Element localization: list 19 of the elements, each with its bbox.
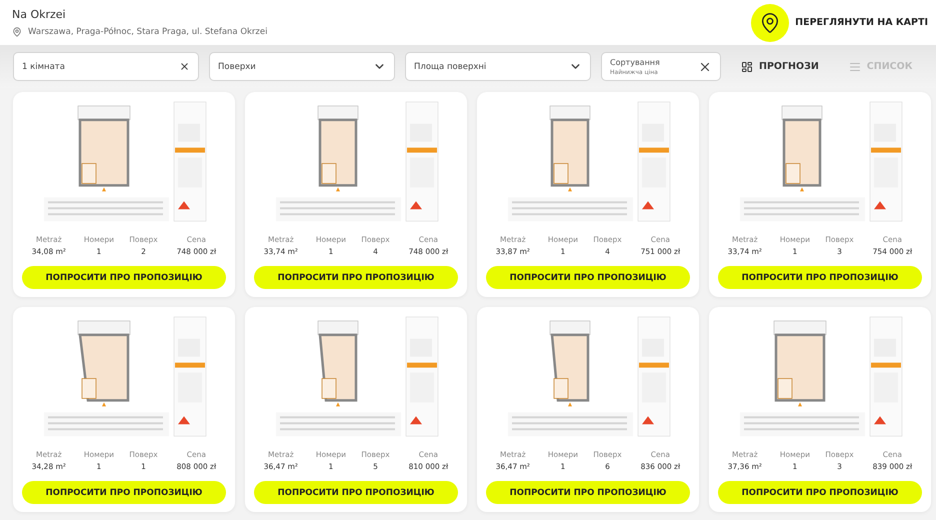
request-offer-button[interactable]: ПОПРОСИТИ ПРО ПРОПОЗИЦІЮ — [22, 481, 226, 504]
address-text: Warszawa, Praga-Północ, Stara Praga, ul. Stefana Okrzei — [28, 27, 268, 37]
request-offer-button[interactable]: ПОПРОСИТИ ПРО ПРОПОЗИЦІЮ — [718, 481, 922, 504]
dropdown-field[interactable]: Площа поверхні — [405, 52, 591, 81]
request-offer-button[interactable]: ПОПРОСИТИ ПРО ПРОПОЗИЦІЮ — [718, 266, 922, 289]
sort-label: Сортування — [610, 58, 660, 66]
request-offer-button[interactable]: ПОПРОСИТИ ПРО ПРОПОЗИЦІЮ — [254, 266, 458, 289]
request-offer-button[interactable]: ПОПРОСИТИ ПРО ПРОПОЗИЦІЮ — [486, 481, 690, 504]
rooms-filter[interactable]: 1 кімната — [13, 52, 199, 81]
list-icon — [848, 60, 861, 72]
location-pin-icon — [12, 27, 22, 37]
request-offer-button[interactable]: ПОПРОСИТИ ПРО ПРОПОЗИЦІЮ — [254, 481, 458, 504]
view-toggle[interactable]: ПРОГНОЗИ — [731, 60, 829, 72]
view-on-map-button[interactable]: ПЕРЕГЛЯНУТИ НА КАРТІ — [751, 4, 928, 42]
clear-icon[interactable] — [179, 61, 190, 72]
project-title: Na Okrzei — [12, 8, 67, 21]
request-offer-button[interactable]: ПОПРОСИТИ ПРО ПРОПОЗИЦІЮ — [22, 266, 226, 289]
request-offer-button[interactable]: ПОПРОСИТИ ПРО ПРОПОЗИЦІЮ — [486, 266, 690, 289]
dropdown-field[interactable]: Поверхи — [209, 52, 395, 81]
